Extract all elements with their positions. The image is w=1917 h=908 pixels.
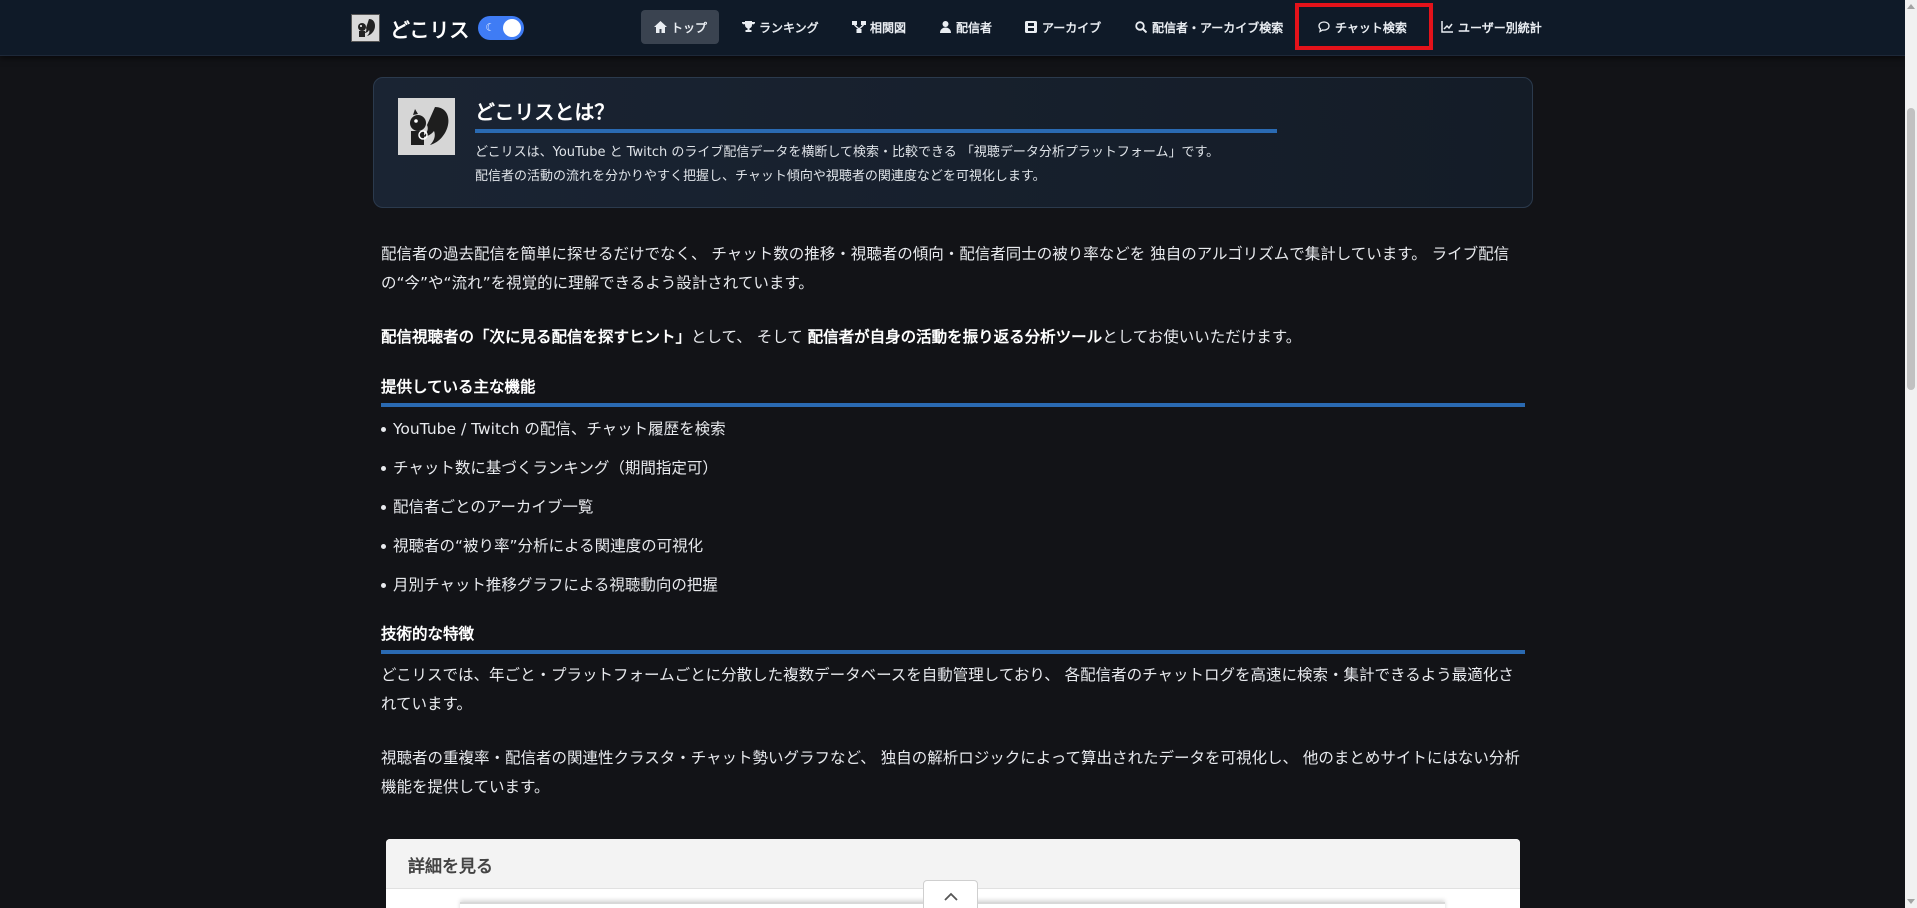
list-item: YouTube / Twitch の配信、チャット履歴を検索: [381, 413, 726, 452]
collapse-button[interactable]: [923, 880, 978, 908]
nav-item-label: ランキング: [759, 20, 819, 35]
nav-item-top[interactable]: トップ: [641, 10, 720, 44]
page-scrollbar[interactable]: [1905, 0, 1917, 908]
chevron-up-icon: [943, 886, 958, 905]
tech-heading-rule: [381, 650, 1525, 654]
search-icon: [1134, 20, 1148, 34]
brand-name[interactable]: どこリス: [390, 14, 469, 43]
nav-item-streamer-archive-search[interactable]: 配信者・アーカイブ検索: [1134, 10, 1283, 44]
usage-paragraph: 配信視聴者の「次に見る配信を探すヒント」として、 そして 配信者が自身の活動を振…: [381, 323, 1527, 352]
chat-search-highlight-box: [1295, 3, 1433, 50]
nav-item-label: トップ: [671, 20, 708, 35]
top-navbar: どこリス ☾ トップ ランキング 相関図 配信者 アーカイブ 配信者・アーカイブ…: [0, 0, 1905, 56]
brand[interactable]: どこリス ☾: [351, 14, 525, 43]
about-card: どこリスとは？ どこリスは、YouTube と Twitch のライブ配信データ…: [373, 77, 1533, 208]
nav-item-label: 配信者・アーカイブ検索: [1152, 20, 1284, 35]
scroll-up-arrow-icon[interactable]: [1907, 4, 1915, 9]
nav-item-label: アーカイブ: [1042, 20, 1102, 35]
usage-highlight-viewers: 配信視聴者の「次に見る配信を探すヒント」: [381, 328, 692, 346]
list-item: 視聴者の“被り率”分析による関連度の可視化: [381, 530, 726, 569]
nav-item-label: 相関図: [870, 20, 907, 35]
tech-paragraph-1: どこリスでは、年ごと・プラットフォームごとに分散した複数データベースを自動管理し…: [381, 666, 1514, 713]
theme-toggle[interactable]: ☾: [478, 16, 525, 40]
trophy-icon: [741, 20, 755, 34]
about-line-1: どこリスは、YouTube と Twitch のライブ配信データを横断して検索・…: [475, 145, 1220, 160]
features-heading-rule: [381, 403, 1525, 407]
about-description: どこリスは、YouTube と Twitch のライブ配信データを横断して検索・…: [475, 141, 1219, 189]
toggle-knob: [503, 19, 522, 37]
scroll-down-arrow-icon[interactable]: [1907, 899, 1915, 904]
scrollbar-thumb[interactable]: [1907, 108, 1915, 390]
nav-item-label: ユーザー別統計: [1458, 20, 1542, 35]
tech-heading: 技術的な特徴: [381, 625, 475, 643]
nav-item-ranking[interactable]: ランキング: [741, 10, 819, 44]
about-title-underline: [475, 129, 1277, 133]
home-icon: [653, 20, 667, 34]
list-item: 月別チャット推移グラフによる視聴動向の把握: [381, 569, 726, 608]
usage-text-middle: として、 そして: [691, 328, 808, 346]
about-line-2: 配信者の活動の流れを分かりやすく把握し、チャット傾向や視聴者の関連度などを可視化…: [475, 169, 1046, 184]
moon-icon: ☾: [485, 21, 496, 34]
chart-icon: [1440, 20, 1454, 34]
usage-text-end: としてお使いいただけます。: [1102, 328, 1302, 346]
nav-item-user-stats[interactable]: ユーザー別統計: [1440, 10, 1542, 44]
nav-item-archive[interactable]: アーカイブ: [1024, 10, 1101, 44]
squirrel-logo-icon: [398, 98, 455, 155]
nav-item-label: 配信者: [956, 20, 993, 35]
film-icon: [1024, 20, 1038, 34]
tech-paragraph-2: 視聴者の重複率・配信者の関連性クラスタ・チャット勢いグラフなど、 独自の解析ロジ…: [381, 749, 1520, 796]
about-title: どこリスとは？: [475, 100, 615, 124]
diagram-icon: [852, 20, 866, 34]
list-item: 配信者ごとのアーカイブ一覧: [381, 491, 726, 530]
squirrel-logo-icon: [351, 14, 380, 42]
list-item: チャット数に基づくランキング（期間指定可）: [381, 452, 726, 491]
features-heading: 提供している主な機能: [381, 378, 536, 396]
nav-item-diagram[interactable]: 相関図: [852, 10, 906, 44]
nav-item-streamers[interactable]: 配信者: [938, 10, 992, 44]
user-icon: [938, 20, 952, 34]
details-title[interactable]: 詳細を見る: [408, 852, 493, 877]
features-list: YouTube / Twitch の配信、チャット履歴を検索 チャット数に基づく…: [381, 413, 726, 608]
usage-highlight-streamers: 配信者が自身の活動を振り返る分析ツール: [807, 328, 1103, 346]
intro-paragraph: 配信者の過去配信を簡単に探せるだけでなく、 チャット数の推移・視聴者の傾向・配信…: [381, 245, 1510, 292]
